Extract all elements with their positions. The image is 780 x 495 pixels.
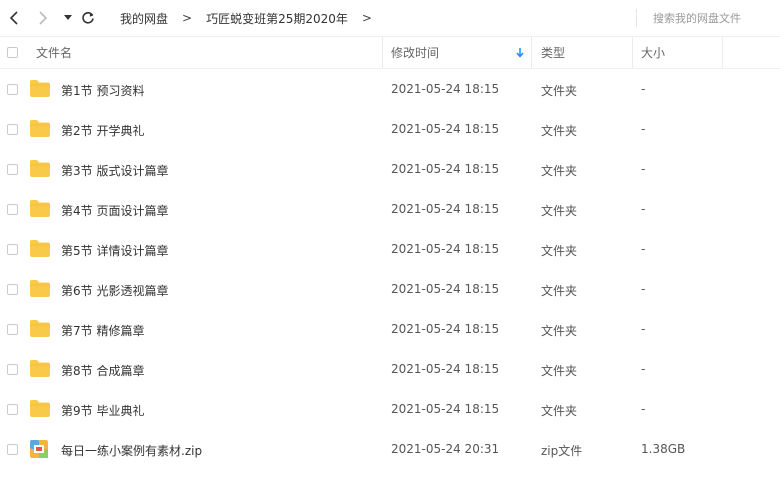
folder-icon xyxy=(30,120,50,138)
file-modified: 2021-05-24 18:15 xyxy=(391,82,500,96)
breadcrumb-separator: > xyxy=(361,11,372,25)
file-modified: 2021-05-24 18:15 xyxy=(391,362,500,376)
file-type: 文件夹 xyxy=(541,204,578,218)
row-checkbox[interactable] xyxy=(7,84,18,95)
file-row[interactable]: 第9节 毕业典礼 2021-05-24 18:15 文件夹 - xyxy=(0,390,780,430)
column-divider xyxy=(531,37,532,68)
file-size: - xyxy=(641,362,646,376)
file-modified: 2021-05-24 18:15 xyxy=(391,202,500,216)
file-size: - xyxy=(641,82,646,96)
search-box xyxy=(636,9,780,27)
sort-down-arrow-icon[interactable] xyxy=(516,37,524,68)
row-checkbox[interactable] xyxy=(7,324,18,335)
file-size: - xyxy=(641,282,646,296)
file-row[interactable]: 第7节 精修篇章 2021-05-24 18:15 文件夹 - xyxy=(0,310,780,350)
file-size: - xyxy=(641,202,646,216)
row-checkbox[interactable] xyxy=(7,124,18,135)
breadcrumb-current[interactable]: 巧匠蜕变班第25期2020年 xyxy=(206,10,348,27)
file-row[interactable]: 第6节 光影透视篇章 2021-05-24 18:15 文件夹 - xyxy=(0,270,780,310)
breadcrumb: 我的网盘 > 巧匠蜕变班第25期2020年 > xyxy=(120,0,386,36)
file-name[interactable]: 第3节 版式设计篇章 xyxy=(61,162,168,179)
folder-icon xyxy=(30,360,50,378)
column-divider xyxy=(632,37,633,68)
file-modified: 2021-05-24 18:15 xyxy=(391,122,500,136)
file-name[interactable]: 第1节 预习资料 xyxy=(61,82,144,99)
file-row[interactable]: 每日一练小案例有素材.zip 2021-05-24 20:31 zip文件 1.38G… xyxy=(0,430,780,470)
file-modified: 2021-05-24 20:31 xyxy=(391,442,500,456)
file-name[interactable]: 第9节 毕业典礼 xyxy=(61,402,144,419)
back-icon[interactable] xyxy=(4,8,24,28)
file-name[interactable]: 第6节 光影透视篇章 xyxy=(61,282,168,299)
column-header: 文件名 修改时间 类型 大小 xyxy=(0,37,780,69)
row-checkbox[interactable] xyxy=(7,364,18,375)
file-row[interactable]: 第1节 预习资料 2021-05-24 18:15 文件夹 - xyxy=(0,70,780,110)
breadcrumb-root[interactable]: 我的网盘 xyxy=(120,10,168,27)
forward-icon[interactable] xyxy=(33,8,53,28)
folder-icon xyxy=(30,200,50,218)
file-modified: 2021-05-24 18:15 xyxy=(391,402,500,416)
refresh-icon[interactable] xyxy=(78,8,98,28)
folder-icon xyxy=(30,400,50,418)
file-row[interactable]: 第5节 详情设计篇章 2021-05-24 18:15 文件夹 - xyxy=(0,230,780,270)
file-modified: 2021-05-24 18:15 xyxy=(391,242,500,256)
folder-icon xyxy=(30,80,50,98)
file-size: 1.38GB xyxy=(641,442,686,456)
column-name[interactable]: 文件名 xyxy=(36,37,72,68)
file-type: 文件夹 xyxy=(541,324,578,338)
folder-icon xyxy=(30,160,50,178)
row-checkbox[interactable] xyxy=(7,444,18,455)
file-size: - xyxy=(641,322,646,336)
file-modified: 2021-05-24 18:15 xyxy=(391,322,500,336)
toolbar: 我的网盘 > 巧匠蜕变班第25期2020年 > xyxy=(0,0,780,37)
file-name[interactable]: 第7节 精修篇章 xyxy=(61,322,144,339)
column-divider xyxy=(722,37,723,68)
row-checkbox[interactable] xyxy=(7,164,18,175)
history-dropdown-icon[interactable] xyxy=(58,8,78,28)
folder-icon xyxy=(30,320,50,338)
folder-icon xyxy=(30,240,50,258)
column-divider xyxy=(382,37,383,68)
zip-file-icon xyxy=(30,440,50,458)
file-type: 文件夹 xyxy=(541,124,578,138)
file-name[interactable]: 第8节 合成篇章 xyxy=(61,362,144,379)
file-type: 文件夹 xyxy=(541,164,578,178)
file-size: - xyxy=(641,162,646,176)
file-type: 文件夹 xyxy=(541,404,578,418)
select-all-checkbox[interactable] xyxy=(7,37,18,68)
file-modified: 2021-05-24 18:15 xyxy=(391,162,500,176)
file-type: 文件夹 xyxy=(541,284,578,298)
column-modified[interactable]: 修改时间 xyxy=(391,37,439,68)
folder-icon xyxy=(30,280,50,298)
column-size[interactable]: 大小 xyxy=(641,37,665,68)
row-checkbox[interactable] xyxy=(7,284,18,295)
file-size: - xyxy=(641,402,646,416)
file-type: 文件夹 xyxy=(541,244,578,258)
row-checkbox[interactable] xyxy=(7,204,18,215)
file-type: 文件夹 xyxy=(541,84,578,98)
file-name[interactable]: 第2节 开学典礼 xyxy=(61,122,144,139)
breadcrumb-separator: > xyxy=(182,11,193,25)
search-input[interactable] xyxy=(653,9,780,27)
file-row[interactable]: 第4节 页面设计篇章 2021-05-24 18:15 文件夹 - xyxy=(0,190,780,230)
file-name[interactable]: 每日一练小案例有素材.zip xyxy=(61,442,202,459)
file-row[interactable]: 第3节 版式设计篇章 2021-05-24 18:15 文件夹 - xyxy=(0,150,780,190)
file-row[interactable]: 第2节 开学典礼 2021-05-24 18:15 文件夹 - xyxy=(0,110,780,150)
file-type: 文件夹 xyxy=(541,364,578,378)
file-size: - xyxy=(641,122,646,136)
row-checkbox[interactable] xyxy=(7,244,18,255)
row-checkbox[interactable] xyxy=(7,404,18,415)
file-row[interactable]: 第8节 合成篇章 2021-05-24 18:15 文件夹 - xyxy=(0,350,780,390)
file-modified: 2021-05-24 18:15 xyxy=(391,282,500,296)
file-name[interactable]: 第5节 详情设计篇章 xyxy=(61,242,168,259)
file-name[interactable]: 第4节 页面设计篇章 xyxy=(61,202,168,219)
file-list: 第1节 预习资料 2021-05-24 18:15 文件夹 - 第2节 开学典礼 2021… xyxy=(0,70,780,470)
file-size: - xyxy=(641,242,646,256)
file-type: zip文件 xyxy=(541,444,583,458)
column-type[interactable]: 类型 xyxy=(541,37,565,68)
